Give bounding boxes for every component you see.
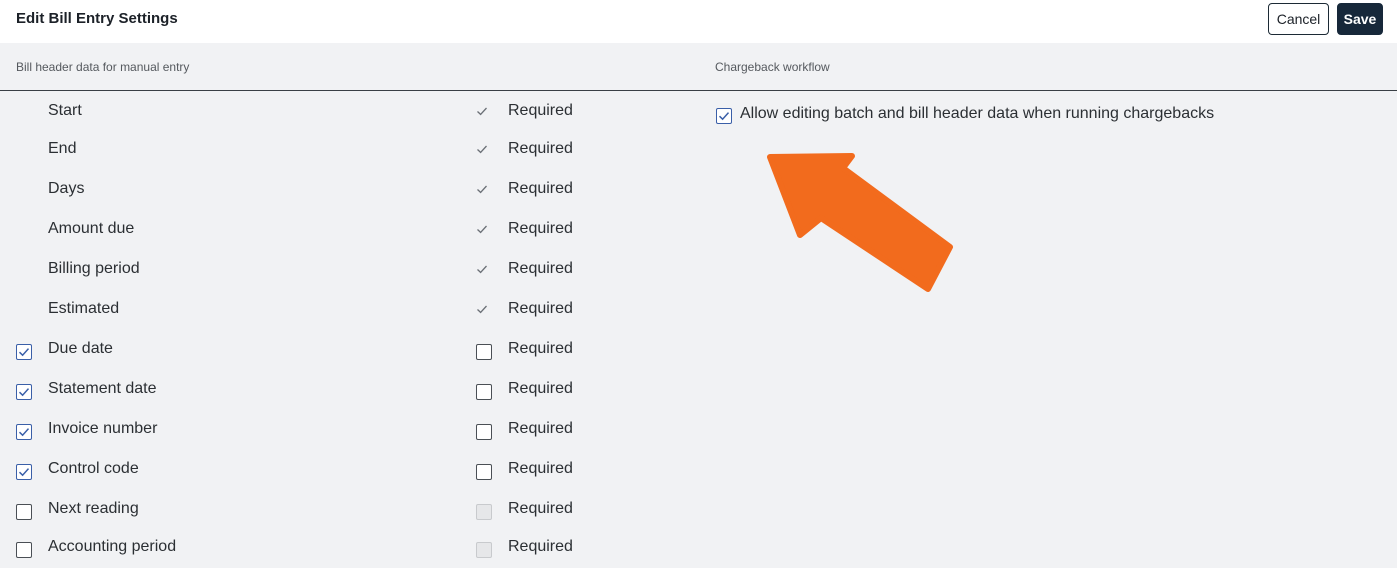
fixed-checkmark-icon xyxy=(477,225,487,234)
required-label: Required xyxy=(508,538,573,555)
required-label: Required xyxy=(508,220,573,237)
field-row: Billing period Required xyxy=(0,256,690,284)
field-enable-checkbox[interactable] xyxy=(16,542,32,558)
fixed-checkmark-icon xyxy=(477,145,487,154)
required-fixed-indicator xyxy=(476,262,488,280)
required-label: Required xyxy=(508,102,573,119)
required-checkbox[interactable] xyxy=(476,424,492,440)
required-label: Required xyxy=(508,300,573,317)
required-fixed-indicator xyxy=(476,302,488,320)
required-label: Required xyxy=(508,140,573,157)
required-label: Required xyxy=(508,420,573,437)
checkmark-icon xyxy=(18,388,30,397)
checkmark-icon xyxy=(18,468,30,477)
field-label: Next reading xyxy=(48,500,139,517)
section-title-manual-entry: Bill header data for manual entry xyxy=(16,60,190,74)
cancel-button[interactable]: Cancel xyxy=(1268,3,1329,35)
field-label: Accounting period xyxy=(48,538,177,555)
field-row: Statement date Required xyxy=(0,376,690,404)
checkmark-icon xyxy=(18,348,30,357)
required-checkbox[interactable] xyxy=(476,384,492,400)
section-divider xyxy=(0,90,1397,91)
required-fixed-indicator xyxy=(476,142,488,160)
required-label: Required xyxy=(508,460,573,477)
field-enable-checkbox[interactable] xyxy=(16,464,32,480)
fixed-checkmark-icon xyxy=(477,185,487,194)
field-label: Invoice number xyxy=(48,420,158,437)
chargeback-option[interactable]: Allow editing batch and bill header data… xyxy=(715,103,1365,129)
fixed-checkmark-icon xyxy=(477,265,487,274)
required-checkbox xyxy=(476,504,492,520)
required-fixed-indicator xyxy=(476,182,488,200)
field-label: Amount due xyxy=(48,220,135,237)
field-label: Control code xyxy=(48,460,139,477)
required-fixed-indicator xyxy=(476,222,488,240)
field-row: Days Required xyxy=(0,176,690,204)
field-label: End xyxy=(48,140,77,157)
field-enable-checkbox[interactable] xyxy=(16,344,32,360)
checkmark-icon xyxy=(18,428,30,437)
field-enable-checkbox[interactable] xyxy=(16,504,32,520)
top-bar: Edit Bill Entry Settings Cancel Save xyxy=(0,0,1397,43)
required-label: Required xyxy=(508,260,573,277)
field-row: Amount due Required xyxy=(0,216,690,244)
required-fixed-indicator xyxy=(476,104,488,122)
field-row: End Required xyxy=(0,136,690,164)
required-label: Required xyxy=(508,340,573,357)
field-enable-checkbox[interactable] xyxy=(16,424,32,440)
field-label: Estimated xyxy=(48,300,120,317)
field-label: Billing period xyxy=(48,260,140,277)
save-button[interactable]: Save xyxy=(1337,3,1383,35)
page-title: Edit Bill Entry Settings xyxy=(16,10,178,27)
required-checkbox[interactable] xyxy=(476,464,492,480)
chargeback-checkbox[interactable] xyxy=(716,108,732,124)
field-row: Start Required xyxy=(0,98,690,126)
fixed-checkmark-icon xyxy=(477,107,487,116)
required-checkbox[interactable] xyxy=(476,344,492,360)
required-label: Required xyxy=(508,500,573,517)
required-label: Required xyxy=(508,180,573,197)
required-label: Required xyxy=(508,380,573,397)
field-label: Due date xyxy=(48,340,113,357)
required-checkbox xyxy=(476,542,492,558)
field-row: Due date Required xyxy=(0,336,690,364)
field-row: Invoice number Required xyxy=(0,416,690,444)
section-title-chargeback: Chargeback workflow xyxy=(715,60,830,74)
field-enable-checkbox[interactable] xyxy=(16,384,32,400)
field-row: Next reading Required xyxy=(0,496,690,524)
field-label: Start xyxy=(48,102,82,119)
field-row: Estimated Required xyxy=(0,296,690,324)
field-row: Control code Required xyxy=(0,456,690,484)
fixed-checkmark-icon xyxy=(477,305,487,314)
field-row: Accounting period Required xyxy=(0,534,690,562)
chargeback-option-label: Allow editing batch and bill header data… xyxy=(740,105,1215,122)
checkmark-icon xyxy=(718,112,730,121)
field-label: Days xyxy=(48,180,85,197)
field-label: Statement date xyxy=(48,380,157,397)
